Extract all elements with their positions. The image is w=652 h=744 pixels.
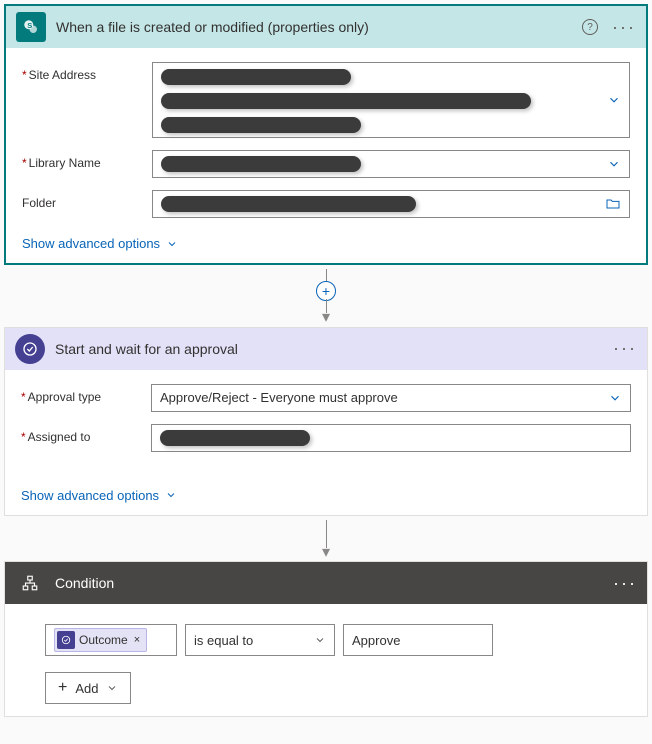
- approval-body: *Approval type Approve/Reject - Everyone…: [5, 370, 647, 515]
- approval-header[interactable]: Start and wait for an approval ···: [5, 328, 647, 370]
- approval-type-input[interactable]: Approve/Reject - Everyone must approve: [151, 384, 631, 412]
- assigned-to-input[interactable]: [151, 424, 631, 452]
- operator-value: is equal to: [194, 633, 253, 648]
- chevron-down-icon: [165, 489, 177, 501]
- outcome-token[interactable]: Outcome ×: [54, 628, 147, 652]
- arrow-down-icon: ▾: [322, 548, 330, 558]
- plus-icon: +: [58, 679, 67, 697]
- approval-title: Start and wait for an approval: [55, 341, 613, 357]
- condition-header[interactable]: Condition ···: [5, 562, 647, 604]
- add-condition-button[interactable]: + Add: [45, 672, 131, 704]
- chevron-down-icon: [608, 391, 622, 405]
- assigned-to-label: *Assigned to: [21, 424, 151, 444]
- chevron-down-icon: [607, 93, 621, 107]
- help-icon[interactable]: ?: [582, 19, 598, 35]
- connector: + ▾: [4, 265, 648, 327]
- condition-body: Outcome × is equal to Approve + Add: [5, 604, 647, 716]
- folder-icon[interactable]: [605, 196, 621, 212]
- chevron-down-icon: [314, 634, 326, 646]
- trigger-title: When a file is created or modified (prop…: [56, 19, 582, 35]
- more-icon[interactable]: ···: [612, 17, 636, 38]
- sharepoint-icon: S: [16, 12, 46, 42]
- library-name-label: *Library Name: [22, 150, 152, 170]
- condition-title: Condition: [55, 575, 613, 591]
- approval-type-label: *Approval type: [21, 384, 151, 404]
- trigger-body: *Site Address *Library Name Folder: [6, 48, 646, 263]
- approval-icon: [15, 334, 45, 364]
- add-label: Add: [75, 681, 98, 696]
- chevron-down-icon: [106, 682, 118, 694]
- approval-card: Start and wait for an approval ··· *Appr…: [4, 327, 648, 516]
- condition-field-input[interactable]: Outcome ×: [45, 624, 177, 656]
- condition-value: Approve: [352, 633, 400, 648]
- site-address-input[interactable]: [152, 62, 630, 138]
- show-advanced-link[interactable]: Show advanced options: [21, 488, 177, 503]
- chevron-down-icon: [166, 238, 178, 250]
- approval-type-value: Approve/Reject - Everyone must approve: [160, 390, 398, 405]
- condition-card: Condition ··· Outcome × is equal to Appr…: [4, 561, 648, 717]
- condition-value-input[interactable]: Approve: [343, 624, 493, 656]
- condition-operator-select[interactable]: is equal to: [185, 624, 335, 656]
- add-step-button[interactable]: +: [316, 281, 336, 301]
- folder-input[interactable]: [152, 190, 630, 218]
- arrow-down-icon: ▾: [322, 313, 330, 323]
- trigger-card: S When a file is created or modified (pr…: [4, 4, 648, 265]
- condition-icon: [15, 568, 45, 598]
- token-label: Outcome: [79, 633, 128, 647]
- condition-row: Outcome × is equal to Approve: [45, 624, 607, 656]
- trigger-header[interactable]: S When a file is created or modified (pr…: [6, 6, 646, 48]
- svg-text:S: S: [27, 21, 32, 30]
- folder-label: Folder: [22, 190, 152, 210]
- connector: ▾: [4, 516, 648, 562]
- remove-token-icon[interactable]: ×: [134, 634, 140, 646]
- library-name-input[interactable]: [152, 150, 630, 178]
- site-address-label: *Site Address: [22, 62, 152, 82]
- show-advanced-link[interactable]: Show advanced options: [22, 236, 178, 251]
- chevron-down-icon: [607, 157, 621, 171]
- more-icon[interactable]: ···: [613, 573, 637, 594]
- approval-icon: [57, 631, 75, 649]
- more-icon[interactable]: ···: [613, 338, 637, 359]
